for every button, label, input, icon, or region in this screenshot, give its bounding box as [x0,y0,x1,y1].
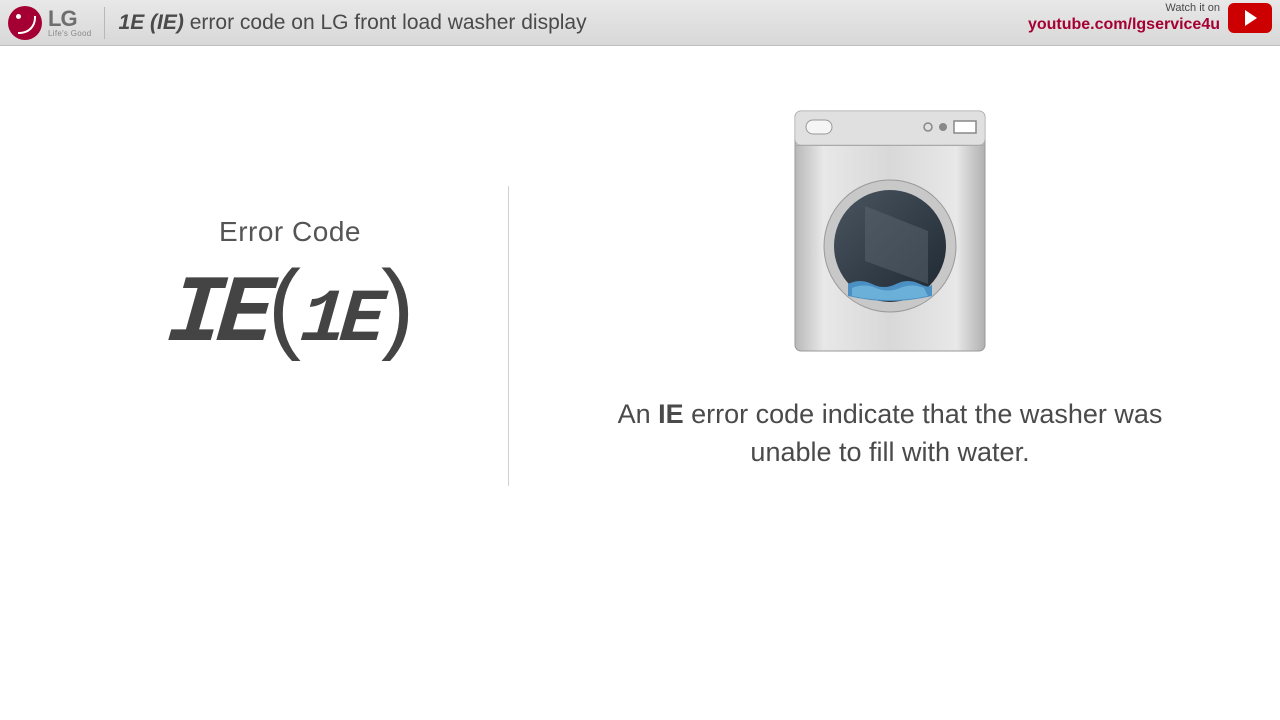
washer-illustration [790,106,990,356]
watch-text: Watch it on youtube.com/lgservice4u [1028,2,1220,34]
watch-link: youtube.com/lgservice4u [1028,15,1220,34]
content-area: Error Code IE ( 1E ) [0,46,1280,720]
header-bar: LG Life's Good 1E (IE) error code on LG … [0,0,1280,46]
page-title: 1E (IE) error code on LG front load wash… [119,11,587,35]
title-rest: error code on LG front load washer displ… [184,11,587,34]
watch-on-youtube[interactable]: Watch it on youtube.com/lgservice4u [1028,2,1272,34]
lg-logo-icon [8,6,42,40]
code-main: IE [164,268,270,363]
explanation-bold: IE [658,399,684,429]
lg-logo-text: LG Life's Good [48,8,92,38]
paren-close: ) [381,256,412,356]
content-divider [508,186,509,486]
lg-logo-sub: Life's Good [48,30,92,38]
lg-logo: LG Life's Good [8,6,92,40]
error-code-panel: Error Code IE ( 1E ) [0,46,500,720]
youtube-icon[interactable] [1228,3,1272,33]
error-code-display: IE ( 1E ) [80,256,500,363]
error-code-label: Error Code [80,216,500,248]
title-bold: 1E (IE) [119,11,184,34]
header-divider [104,7,105,39]
watch-label: Watch it on [1028,2,1220,15]
paren-open: ( [268,256,299,356]
lg-logo-main: LG [48,8,92,30]
explanation-pre: An [618,399,659,429]
explanation-panel: An IE error code indicate that the washe… [500,46,1280,720]
code-sub: 1E [298,283,383,358]
explanation-text: An IE error code indicate that the washe… [580,396,1200,472]
explanation-post: error code indicate that the washer was … [684,399,1163,467]
